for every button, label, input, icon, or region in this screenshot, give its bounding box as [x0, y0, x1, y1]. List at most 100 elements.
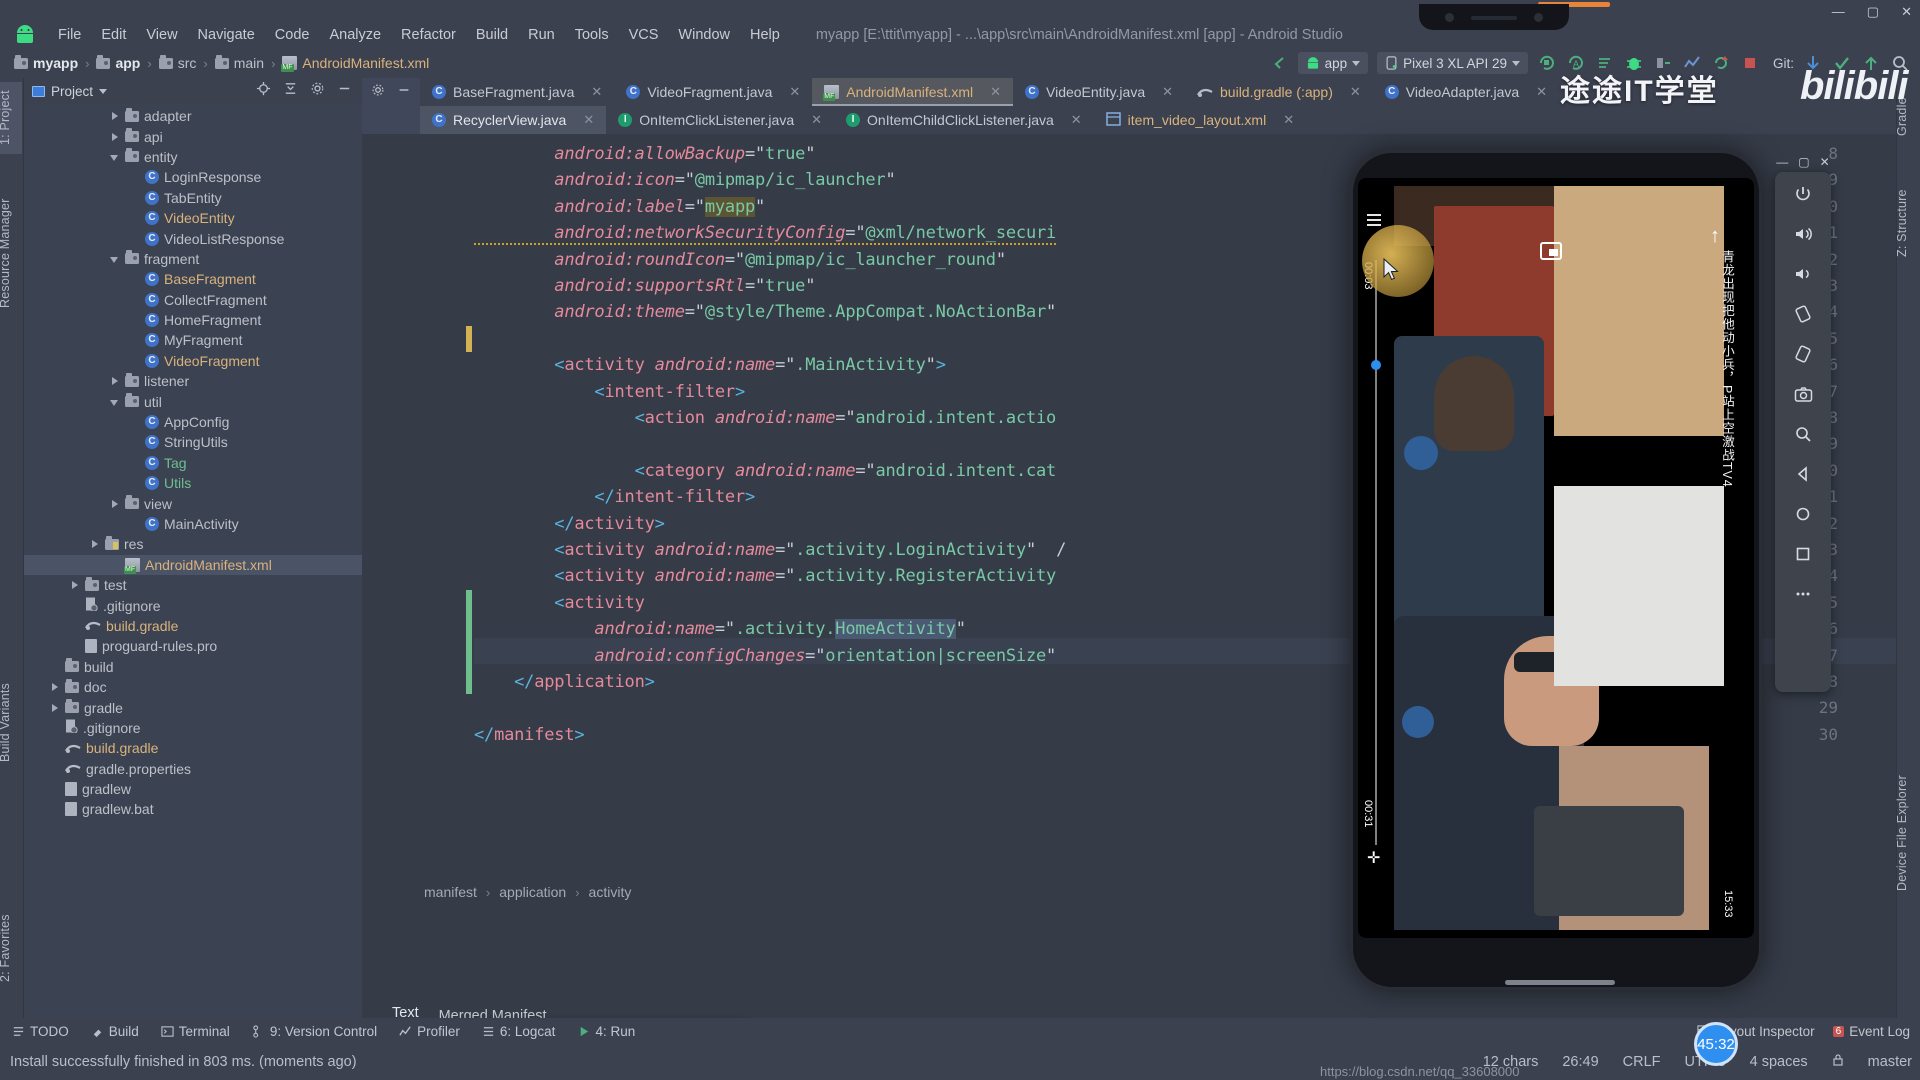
chevron-right-icon[interactable] — [110, 499, 120, 509]
close-icon[interactable]: ✕ — [789, 84, 800, 100]
breadcrumb-main[interactable]: main — [214, 54, 264, 71]
editor-tab-basefragment-java[interactable]: C BaseFragment.java ✕ — [420, 78, 614, 106]
tree-item-adapter[interactable]: adapter — [24, 106, 362, 126]
bottom-tab-profiler[interactable]: Profiler — [399, 1024, 460, 1039]
code-line-27[interactable]: android:configChanges="orientation|scree… — [474, 646, 1056, 666]
tree-item-listener[interactable]: listener — [24, 371, 362, 391]
video-player-surface[interactable] — [1394, 186, 1724, 930]
tree-item-entity[interactable]: entity — [24, 147, 362, 167]
tree-item-util[interactable]: util — [24, 391, 362, 411]
tree-item-utils[interactable]: C Utils — [24, 473, 362, 493]
code-line-30[interactable]: </manifest> — [474, 725, 585, 745]
lock-icon[interactable] — [1832, 1053, 1844, 1071]
chevron-right-icon[interactable] — [50, 703, 60, 713]
bc-manifest[interactable]: manifest — [424, 884, 477, 900]
tree-item-fragment[interactable]: fragment — [24, 249, 362, 269]
volume-down-icon[interactable] — [1791, 262, 1815, 286]
tree-item-androidmanifest-xml[interactable]: AndroidManifest.xml — [24, 554, 362, 575]
editor-tab-androidmanifest-xml[interactable]: AndroidManifest.xml ✕ — [812, 78, 1013, 106]
editor-tabs-container-1[interactable]: CBaseFragment.java✕CVideoFragment.java✕A… — [420, 78, 1559, 106]
editor-tab-recyclerview-java[interactable]: C RecyclerView.java ✕ — [420, 106, 607, 134]
sidebar-item-structure[interactable]: Z: Structure — [1895, 170, 1919, 276]
code-line-12[interactable]: android:roundIcon="@mipmap/ic_launcher_r… — [474, 250, 1006, 270]
chevron-down-icon[interactable] — [110, 152, 120, 162]
status-caret-position[interactable]: 26:49 — [1562, 1054, 1598, 1070]
tree-item--gitignore[interactable]: .gitignore — [24, 718, 362, 738]
tree-item-homefragment[interactable]: C HomeFragment — [24, 310, 362, 330]
home-icon[interactable] — [1791, 502, 1815, 526]
tree-item-loginresponse[interactable]: C LoginResponse — [24, 167, 362, 187]
code-line-14[interactable]: android:theme="@style/Theme.AppCompat.No… — [474, 302, 1056, 322]
sidebar-item-resource-manager[interactable]: Resource Manager — [0, 190, 22, 316]
more-icon[interactable] — [1791, 582, 1815, 606]
run-icon[interactable] — [1537, 53, 1557, 73]
minimize-button[interactable]: — — [1832, 0, 1845, 24]
menu-build[interactable]: Build — [466, 22, 518, 48]
status-indent[interactable]: 4 spaces — [1750, 1054, 1808, 1070]
close-icon[interactable]: ✕ — [1162, 84, 1173, 100]
close-icon[interactable]: ✕ — [1283, 112, 1294, 128]
tree-item-videolistresponse[interactable]: C VideoListResponse — [24, 228, 362, 248]
bottom-tab-event-log[interactable]: 6 Event Log — [1832, 1024, 1910, 1039]
breadcrumb-src[interactable]: src — [158, 54, 196, 71]
emulator-screen[interactable] — [1358, 178, 1754, 938]
close-icon[interactable]: ✕ — [591, 84, 602, 100]
code-line-13[interactable]: android:supportsRtl="true" — [474, 276, 815, 296]
tree-item-view[interactable]: view — [24, 493, 362, 513]
tree-item-stringutils[interactable]: C StringUtils — [24, 432, 362, 452]
tree-item-gradle[interactable]: gradle — [24, 697, 362, 717]
sidebar-item-favorites[interactable]: 2: Favorites — [0, 900, 22, 996]
tree-item-appconfig[interactable]: C AppConfig — [24, 412, 362, 432]
change-marker-added[interactable] — [466, 590, 472, 694]
overview-icon[interactable] — [1791, 542, 1815, 566]
status-line-separator[interactable]: CRLF — [1623, 1054, 1661, 1070]
bottom-tab-run[interactable]: 4: Run — [577, 1024, 635, 1039]
chevron-right-icon[interactable] — [110, 132, 120, 142]
tree-item-api[interactable]: api — [24, 126, 362, 146]
status-branch[interactable]: master — [1868, 1054, 1912, 1070]
maximize-button[interactable]: ▢ — [1867, 0, 1879, 24]
editor-tab-videoentity-java[interactable]: C VideoEntity.java ✕ — [1013, 78, 1185, 106]
tree-item-videofragment[interactable]: C VideoFragment — [24, 351, 362, 371]
chevron-down-icon[interactable] — [110, 254, 120, 264]
breadcrumb-manifest[interactable]: AndroidManifest.xml — [281, 55, 429, 72]
close-button[interactable]: ✕ — [1901, 0, 1912, 24]
chevron-down-icon[interactable] — [110, 397, 120, 407]
bc-application[interactable]: application — [499, 884, 566, 900]
tree-item-proguard-rules-pro[interactable]: proguard-rules.pro — [24, 636, 362, 656]
add-icon[interactable]: ✛ — [1367, 848, 1380, 868]
chevron-right-icon[interactable] — [70, 580, 80, 590]
menu-tools[interactable]: Tools — [565, 22, 619, 48]
tree-item-basefragment[interactable]: C BaseFragment — [24, 269, 362, 289]
code-line-16[interactable]: <activity android:name=".MainActivity"> — [474, 355, 946, 375]
stop-icon[interactable] — [1740, 53, 1760, 73]
tree-item-gradlew-bat[interactable]: gradlew.bat — [24, 799, 362, 819]
emulator-minimize-button[interactable]: — — [1776, 155, 1788, 169]
editor-tab-videoadapter-java[interactable]: C VideoAdapter.java ✕ — [1373, 78, 1559, 106]
menu-run[interactable]: Run — [518, 22, 565, 48]
back-icon[interactable] — [1791, 462, 1815, 486]
tree-item-gradlew[interactable]: gradlew — [24, 779, 362, 799]
tree-item-gradle-properties[interactable]: gradle.properties — [24, 759, 362, 779]
menu-refactor[interactable]: Refactor — [391, 22, 466, 48]
close-icon[interactable]: ✕ — [811, 112, 822, 128]
video-seek-handle[interactable] — [1371, 360, 1381, 370]
code-line-20[interactable]: <category android:name="android.intent.c… — [474, 461, 1057, 481]
close-icon[interactable]: ✕ — [1350, 84, 1361, 100]
device-selector[interactable]: Pixel 3 XL API 29 — [1377, 52, 1528, 74]
code-line-24[interactable]: <activity android:name=".activity.Regist… — [474, 566, 1056, 586]
emulator-close-button[interactable]: ✕ — [1820, 155, 1830, 169]
collapse-all-icon[interactable] — [283, 81, 298, 101]
bc-activity[interactable]: activity — [589, 884, 632, 900]
tree-item-videoentity[interactable]: C VideoEntity — [24, 208, 362, 228]
code-line-26[interactable]: android:name=".activity.HomeActivity" — [474, 619, 966, 640]
emulator-maximize-button[interactable]: ▢ — [1798, 155, 1809, 169]
hide-editor-icon[interactable] — [397, 83, 411, 102]
chevron-right-icon[interactable] — [50, 682, 60, 692]
project-tree[interactable]: adapter api entity C LoginResponse C TabEntity… — [24, 104, 362, 1018]
menu-analyze[interactable]: Analyze — [319, 22, 391, 48]
window-controls[interactable]: — ▢ ✕ — [1832, 0, 1912, 24]
chevron-right-icon[interactable] — [110, 111, 120, 121]
locate-icon[interactable] — [256, 81, 271, 101]
arrow-up-icon[interactable]: ↑ — [1710, 225, 1720, 248]
